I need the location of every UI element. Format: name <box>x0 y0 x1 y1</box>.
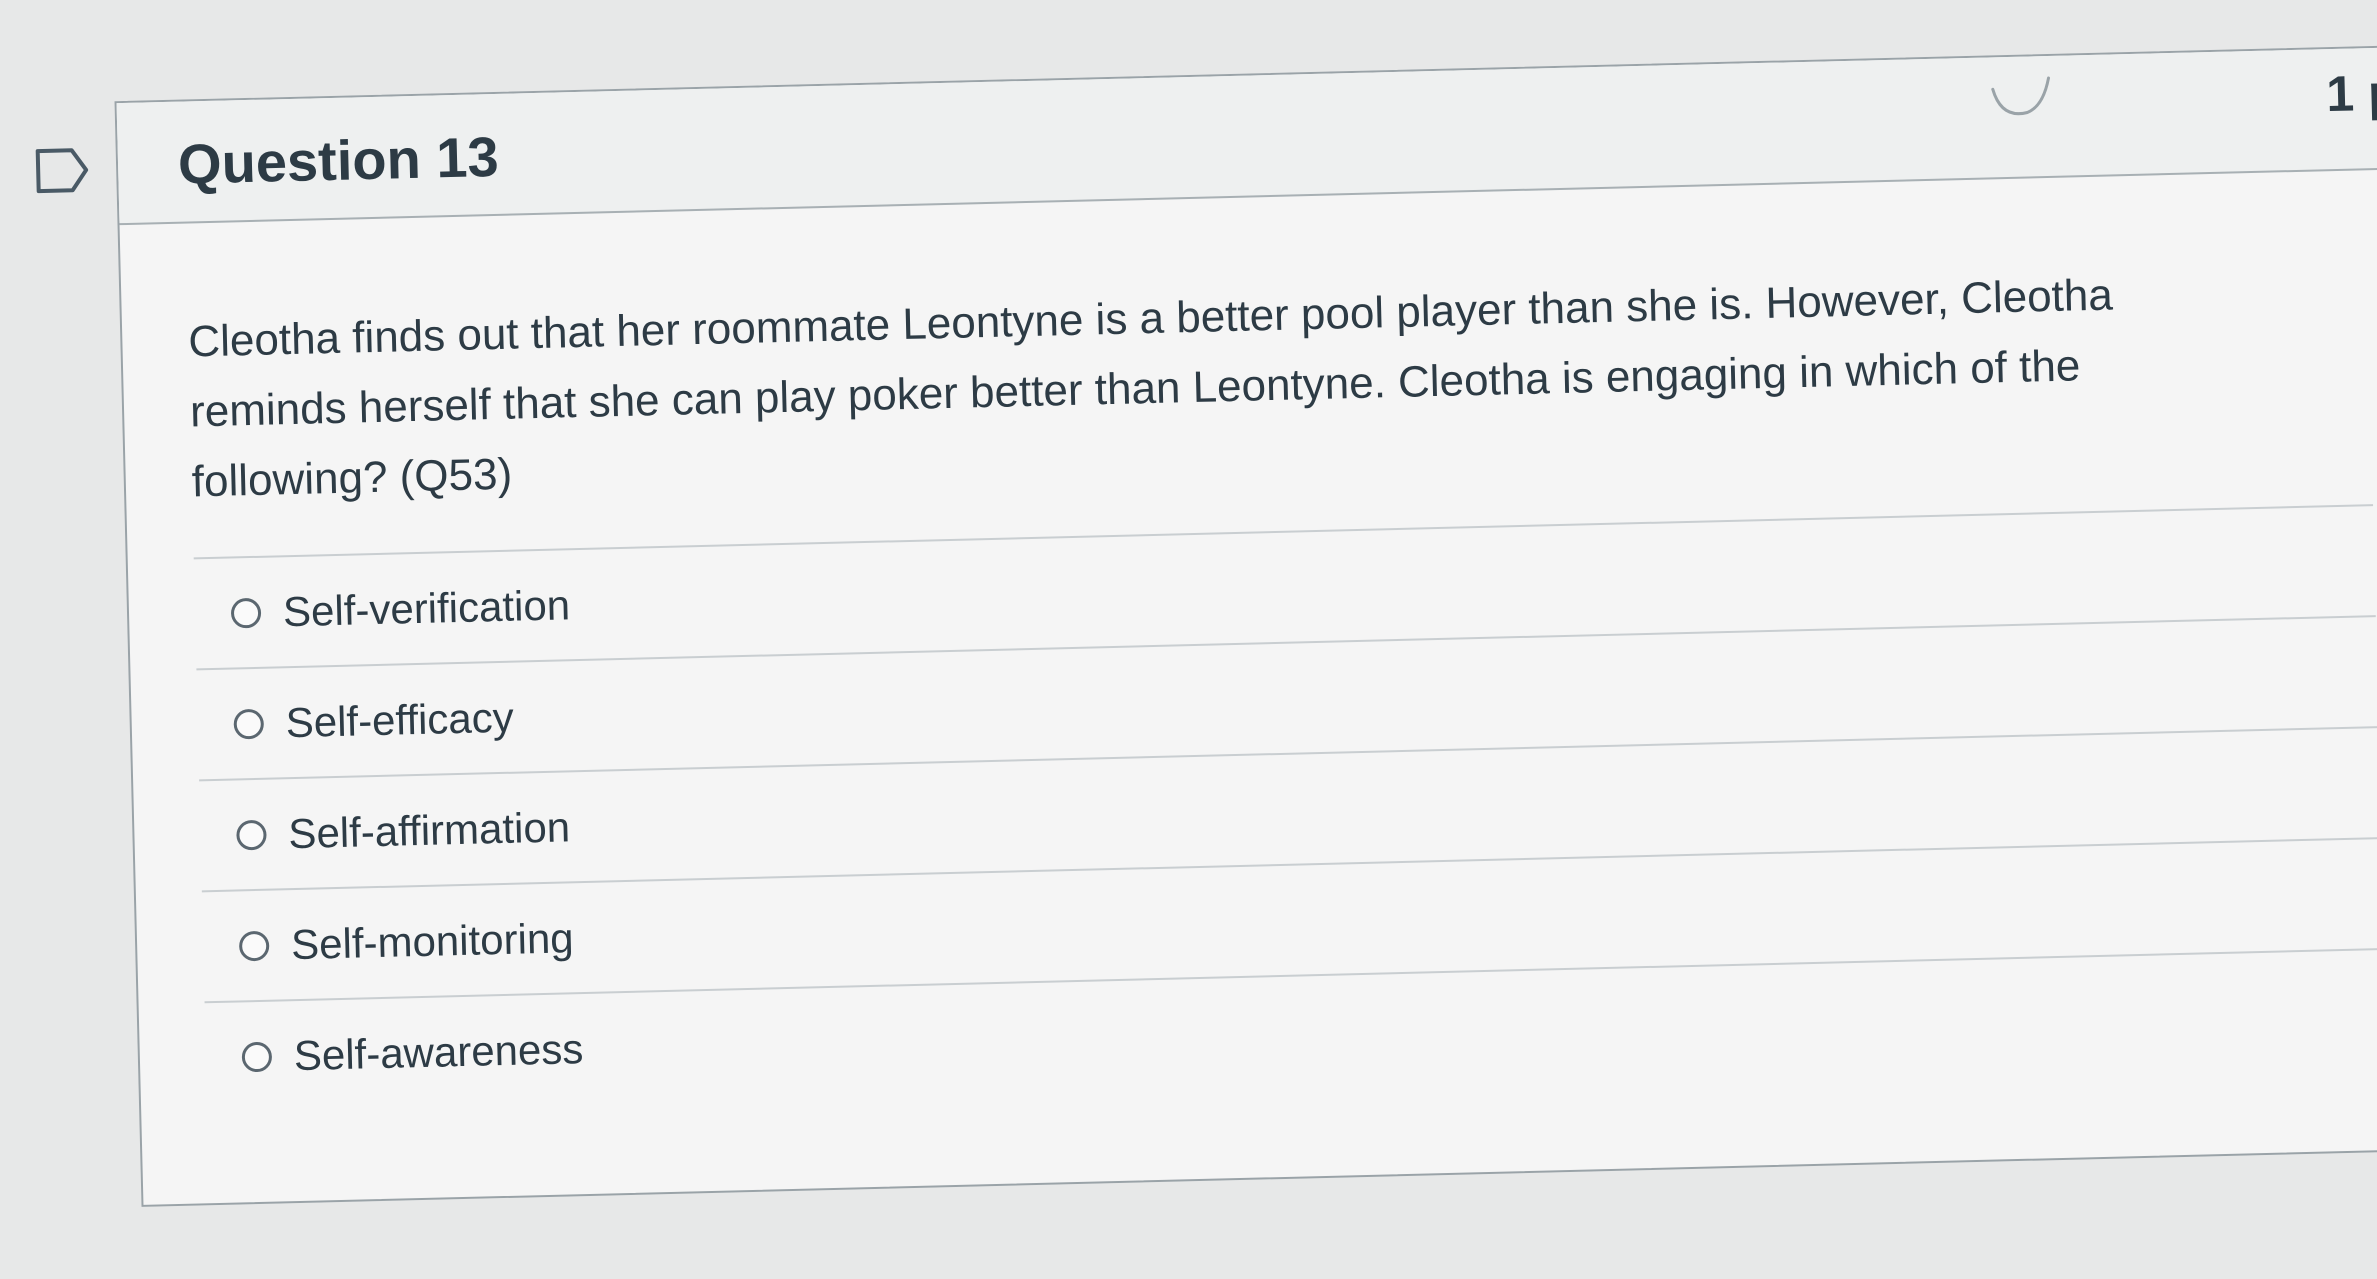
answer-list: Self-verification Self-efficacy Self-aff… <box>193 504 2377 1113</box>
pencil-checkmark-icon <box>1991 76 2051 116</box>
quiz-page: Question 13 1 pts Cleotha finds out that… <box>0 0 2377 1279</box>
question-body: Cleotha finds out that her roommate Leon… <box>120 169 2377 1205</box>
radio-button[interactable] <box>238 930 270 961</box>
flag-question-icon[interactable] <box>34 146 91 195</box>
question-card: Question 13 1 pts Cleotha finds out that… <box>114 44 2377 1207</box>
radio-button[interactable] <box>233 708 265 740</box>
answer-label: Self-awareness <box>293 1024 584 1079</box>
answer-label: Self-verification <box>282 580 571 635</box>
question-title: Question 13 <box>177 124 500 196</box>
answer-label: Self-affirmation <box>287 802 571 857</box>
question-points: 1 pts <box>2325 63 2377 123</box>
radio-button[interactable] <box>230 597 262 629</box>
radio-button[interactable] <box>236 819 267 850</box>
radio-button[interactable] <box>241 1041 273 1072</box>
answer-label: Self-monitoring <box>290 913 575 968</box>
answer-label: Self-efficacy <box>285 693 515 746</box>
question-text: Cleotha finds out that her roommate Leon… <box>187 270 2114 507</box>
